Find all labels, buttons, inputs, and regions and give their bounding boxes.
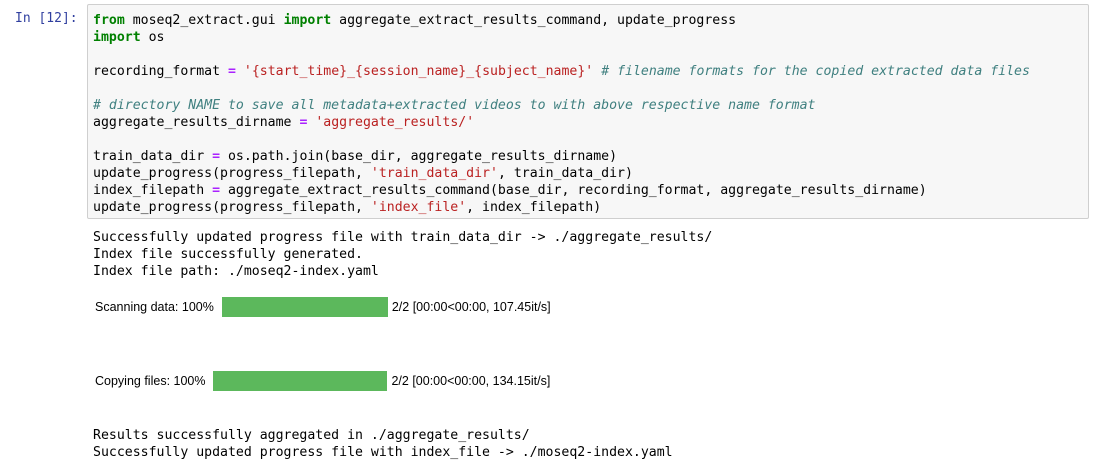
code-comment: # directory NAME to save all metadata+ex… <box>93 98 816 113</box>
code-token: index_filepath <box>93 183 213 198</box>
code-operator: = <box>212 183 221 198</box>
code-token: aggregate_extract_results_command, updat… <box>331 13 737 28</box>
output-text-2: Results successfully aggregated in ./agg… <box>93 428 673 460</box>
code-token: train_data_dir <box>93 149 213 164</box>
progress-stats: 2/2 [00:00<00:00, 107.45it/s] <box>391 300 551 314</box>
progress-bar <box>213 371 388 391</box>
notebook-cell: In [12]: from moseq2_extract.gui import … <box>0 0 1095 466</box>
code-token: , train_data_dir) <box>497 166 633 181</box>
code-token: aggregate_extract_results_command(base_d… <box>220 183 927 198</box>
code-token: recording_format <box>93 64 228 79</box>
code-keyword: from <box>93 13 125 28</box>
code-string: 'index_file' <box>370 200 467 215</box>
progress-stats: 2/2 [00:00<00:00, 134.15it/s] <box>391 374 551 388</box>
code-keyword: import <box>283 13 332 28</box>
code-token: update_progress(progress_filepath, <box>93 166 371 181</box>
code-string: 'train_data_dir' <box>370 166 498 181</box>
progress-bar-fill <box>221 297 388 317</box>
progress-bar-fill <box>213 371 388 391</box>
code-token: update_progress(progress_filepath, <box>93 200 371 215</box>
code-operator: = <box>212 149 221 164</box>
code-token: aggregate_results_dirname <box>93 115 300 130</box>
code-token: moseq2_extract.gui <box>124 13 284 28</box>
code-string: '{start_time}_{session_name}_{subject_na… <box>243 64 594 79</box>
code-token: , index_filepath) <box>466 200 602 215</box>
progress-bar <box>221 297 388 317</box>
code-string: 'aggregate_results/' <box>315 115 475 130</box>
code-token: os <box>140 30 165 45</box>
progress-label: Scanning data: 100% <box>95 300 214 314</box>
progress-label: Copying files: 100% <box>95 374 206 388</box>
input-prompt: In [12]: <box>15 11 78 26</box>
scanning-progress: Scanning data: 100% 2/2 [00:00<00:00, 10… <box>95 297 551 317</box>
copying-progress: Copying files: 100% 2/2 [00:00<00:00, 13… <box>95 371 550 391</box>
code-token: os.path.join(base_dir, aggregate_results… <box>220 149 618 164</box>
code-editor[interactable]: from moseq2_extract.gui import aggregate… <box>87 4 1089 219</box>
code-comment: # filename formats for the copied extrac… <box>601 64 1030 79</box>
output-text-1: Successfully updated progress file with … <box>93 230 713 279</box>
code-text[interactable]: from moseq2_extract.gui import aggregate… <box>93 12 1030 216</box>
code-operator: = <box>227 64 236 79</box>
code-keyword: import <box>93 30 141 45</box>
